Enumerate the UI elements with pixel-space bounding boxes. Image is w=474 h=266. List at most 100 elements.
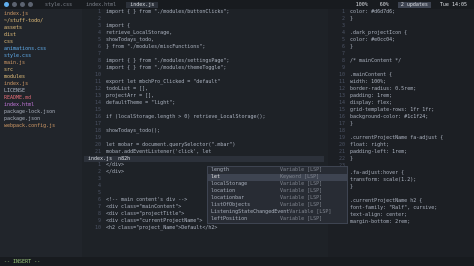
line-text[interactable]: border-radius: 0.5rem; bbox=[350, 86, 416, 93]
tree-item[interactable]: style.css bbox=[0, 53, 82, 60]
line-text[interactable]: import { bbox=[106, 23, 130, 30]
completion-item[interactable]: let Keyword [LSP] bbox=[208, 174, 347, 181]
line-text[interactable]: import { } from "./modules/buttonClicks"… bbox=[106, 9, 229, 16]
code-line[interactable]: 16 background-color: #1c1f24; bbox=[331, 114, 474, 121]
code-line[interactable]: 3 bbox=[331, 23, 474, 30]
code-line[interactable]: 3 import { bbox=[87, 23, 324, 30]
tree-item[interactable]: assets bbox=[0, 25, 82, 32]
code-line[interactable]: 9 bbox=[331, 65, 474, 72]
workspace-dot[interactable] bbox=[4, 2, 9, 7]
line-text[interactable]: projectArr = [], bbox=[106, 93, 154, 100]
tree-item[interactable]: modules bbox=[0, 74, 82, 81]
workspace-dot[interactable] bbox=[12, 2, 17, 7]
code-line[interactable]: 12 todoList = [], bbox=[87, 86, 324, 93]
completion-item[interactable]: location Variable [LSP] bbox=[208, 188, 347, 195]
file-explorer[interactable]: index.js ~/stuff-todo/assets dist css animat… bbox=[0, 9, 82, 259]
tree-item[interactable]: src bbox=[0, 67, 82, 74]
line-text[interactable]: showTodays_todo(); bbox=[106, 128, 160, 135]
workspace-dot[interactable] bbox=[28, 2, 33, 7]
autocomplete-popup[interactable]: length Variable [LSP] let Keyword [LSP] loca… bbox=[207, 166, 348, 224]
code-line[interactable]: 7 bbox=[87, 51, 324, 58]
code-area[interactable]: 1 import { } from "./modules/buttonClicks… bbox=[84, 9, 324, 156]
code-line[interactable]: 30 text-align: center; bbox=[331, 212, 474, 219]
code-line[interactable]: 28.currentProjectName h2 { bbox=[331, 198, 474, 205]
code-line[interactable]: 25 transform: scale(1.2); bbox=[331, 177, 474, 184]
line-text[interactable]: margin-bottom: 2rem; bbox=[350, 219, 410, 226]
completion-item[interactable]: length Variable [LSP] bbox=[208, 167, 347, 174]
code-line[interactable]: 2} bbox=[331, 16, 474, 23]
tab-index-js[interactable]: index.js bbox=[126, 1, 159, 8]
tab-index-html[interactable]: index.html bbox=[82, 2, 120, 8]
code-line[interactable]: 10 <h2 class="project_Name">Default</h2> bbox=[87, 225, 324, 232]
line-text[interactable]: todoList = [], bbox=[106, 86, 148, 93]
line-text[interactable]: import { } from "./modules/settingsPage"… bbox=[106, 58, 229, 65]
code-line[interactable]: 8 import { } from "./modules/settingsPage… bbox=[87, 58, 324, 65]
line-text[interactable]: transform: scale(1.2); bbox=[350, 177, 416, 184]
line-text[interactable]: } bbox=[350, 156, 353, 163]
tree-item[interactable]: css bbox=[0, 39, 82, 46]
code-line[interactable]: 16 if (localStorage.length > 0) retrieve_… bbox=[87, 114, 324, 121]
tree-item[interactable]: main.js bbox=[0, 60, 82, 67]
code-line[interactable]: 21 padding-left: 1rem; bbox=[331, 149, 474, 156]
code-line[interactable]: 10 .mainContent { bbox=[331, 72, 474, 79]
code-line[interactable]: 11 width: 100%; bbox=[331, 79, 474, 86]
tree-item[interactable]: index.js bbox=[0, 11, 82, 18]
line-text[interactable]: padding-left: 1rem; bbox=[350, 149, 407, 156]
code-line[interactable]: 19 bbox=[87, 135, 324, 142]
line-text[interactable]: width: 100%; bbox=[350, 79, 386, 86]
code-line[interactable]: 13 padding: 1rem; bbox=[331, 93, 474, 100]
code-line[interactable]: 27 bbox=[331, 191, 474, 198]
line-text[interactable]: .currentProjectName fa-adjust { bbox=[350, 135, 443, 142]
code-line[interactable]: 31 margin-bottom: 2rem; bbox=[331, 219, 474, 226]
code-line[interactable]: 20 let mobar = document.querySelector(".m… bbox=[87, 142, 324, 149]
completion-item[interactable]: leftPosition Variable [LSP] bbox=[208, 216, 347, 223]
line-text[interactable]: <div class="projectTitle"> bbox=[106, 211, 184, 218]
code-line[interactable]: 11 export let mbchPro_Clicked = "default" bbox=[87, 79, 324, 86]
completion-item[interactable]: listOfObjects Variable [LSP] bbox=[208, 202, 347, 209]
tree-item[interactable]: package.json bbox=[0, 116, 82, 123]
code-line[interactable]: 14 defaultTheme = "light"; bbox=[87, 100, 324, 107]
line-text[interactable]: .mainContent { bbox=[350, 72, 392, 79]
workspace-indicators[interactable] bbox=[4, 2, 33, 7]
code-line[interactable]: 20 float: right; bbox=[331, 142, 474, 149]
line-text[interactable]: mobar.addEventListener('click', let bbox=[106, 149, 211, 156]
code-line[interactable]: 13 projectArr = [], bbox=[87, 93, 324, 100]
tree-item[interactable]: animations.css bbox=[0, 46, 82, 53]
line-text[interactable]: export let mbchPro_Clicked = "default" bbox=[106, 79, 220, 86]
line-text[interactable]: display: flex; bbox=[350, 100, 392, 107]
tree-item[interactable]: LICENSE bbox=[0, 88, 82, 95]
line-text[interactable]: float: right; bbox=[350, 142, 389, 149]
line-text[interactable]: padding: 1rem; bbox=[350, 93, 392, 100]
code-line[interactable]: 2 bbox=[87, 16, 324, 23]
line-text[interactable]: font-family: "Ralf", cursive; bbox=[350, 205, 437, 212]
tree-item[interactable]: package-lock.json bbox=[0, 109, 82, 116]
line-text[interactable]: } bbox=[350, 16, 353, 23]
code-line[interactable]: 6} bbox=[331, 44, 474, 51]
line-text[interactable]: </div> bbox=[106, 169, 124, 176]
line-text[interactable]: showTodays_todo, bbox=[106, 37, 154, 44]
code-line[interactable]: 21 mobar.addEventListener('click', let bbox=[87, 149, 324, 156]
code-line[interactable]: 4 retrieve_LocalStorage, bbox=[87, 30, 324, 37]
line-text[interactable]: } bbox=[350, 184, 353, 191]
tree-item[interactable]: webpack.config.js bbox=[0, 123, 82, 130]
line-text[interactable]: retrieve_LocalStorage, bbox=[106, 30, 172, 37]
line-text[interactable]: } from "./modules/miscFunctions"; bbox=[106, 44, 205, 51]
line-text[interactable]: </div> bbox=[106, 162, 124, 169]
code-line[interactable]: 12 border-radius: 0.5rem; bbox=[331, 86, 474, 93]
line-text[interactable]: grid-template-rows: 1fr 1fr; bbox=[350, 107, 434, 114]
code-line[interactable]: 7 bbox=[331, 51, 474, 58]
code-line[interactable]: 22} bbox=[331, 156, 474, 163]
line-text[interactable]: <!-- main content's div --> bbox=[106, 197, 187, 204]
completion-item[interactable]: ListeningStateChangedEvent Variable [LSP] bbox=[208, 209, 347, 216]
line-text[interactable]: .fa-adjust:hover { bbox=[350, 170, 404, 177]
line-text[interactable]: <div class="mainContent"> bbox=[106, 204, 181, 211]
code-line[interactable]: 6} from "./modules/miscFunctions"; bbox=[87, 44, 324, 51]
code-line[interactable]: 1 color: #d6d7d6; bbox=[331, 9, 474, 16]
workspace-dot[interactable] bbox=[20, 2, 25, 7]
line-text[interactable]: if (localStorage.length > 0) retrieve_Lo… bbox=[106, 114, 266, 121]
code-line[interactable]: 10 bbox=[87, 72, 324, 79]
line-text[interactable]: import { } from "./modules/themeToggle"; bbox=[106, 65, 226, 72]
line-text[interactable]: defaultTheme = "light"; bbox=[106, 100, 175, 107]
line-text[interactable]: .dark_projectIcon { bbox=[350, 30, 407, 37]
editor-right[interactable]: 1 color: #d6d7d6; 2} 3 4 .dark_projectIcon {5… bbox=[328, 9, 474, 257]
